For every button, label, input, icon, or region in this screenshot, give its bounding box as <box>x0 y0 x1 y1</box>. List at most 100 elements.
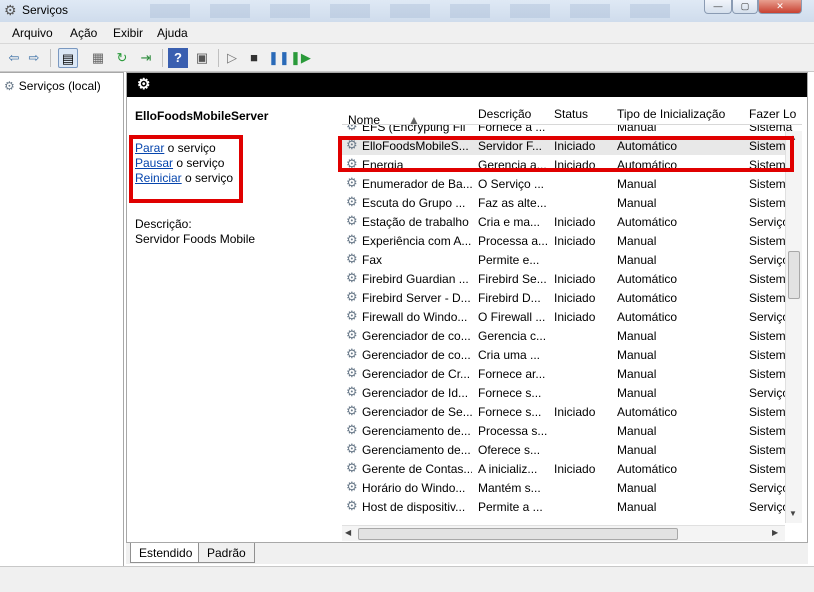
service-description-cell: Firebird Se... <box>478 272 547 286</box>
help-icon[interactable]: ? <box>168 48 188 68</box>
service-description-cell: Faz as alte... <box>478 196 547 210</box>
service-status-cell: Iniciado <box>554 462 596 476</box>
scroll-right-icon[interactable]: ▶ <box>772 528 778 537</box>
status-bar <box>0 566 814 592</box>
close-button[interactable]: ✕ <box>758 0 802 14</box>
service-name-cell: Estação de trabalho <box>362 215 469 229</box>
service-status-cell: Iniciado <box>554 215 596 229</box>
horizontal-scrollbar[interactable]: ◀ ▶ <box>342 525 785 541</box>
table-row[interactable]: ⚙ Gerenciamento de... Oferece s... Manual Si… <box>342 440 802 459</box>
service-name-cell: Firebird Server - D... <box>362 291 471 305</box>
vertical-scrollbar[interactable]: ▲ ▼ <box>785 131 802 523</box>
service-startup-cell: Manual <box>617 424 657 438</box>
table-row[interactable]: ⚙ Fax Permite e... Manual Serviço <box>342 250 802 269</box>
menu-exibir[interactable]: Exibir <box>113 26 143 40</box>
service-status-cell: Iniciado <box>554 310 596 324</box>
gear-icon: ⚙ <box>346 403 358 418</box>
pause-icon[interactable]: ❚❚ <box>268 48 290 68</box>
table-row[interactable]: ⚙ Gerenciador de Id... Fornece s... Manual S… <box>342 383 802 402</box>
scroll-down-icon[interactable]: ▼ <box>789 509 797 518</box>
service-name-cell: Firewall do Windo... <box>362 310 468 324</box>
service-name-cell: Fax <box>362 253 383 267</box>
action-pane-icon[interactable]: ▣ <box>192 48 212 68</box>
gear-icon: ⚙ <box>346 125 358 133</box>
table-row[interactable]: ⚙ Gerenciador de Cr... Fornece ar... Manual… <box>342 364 802 383</box>
service-startup-cell: Manual <box>617 348 657 362</box>
tab-padrao[interactable]: Padrão <box>198 543 255 563</box>
back-arrow-icon[interactable]: ⇦ <box>4 48 24 68</box>
table-row[interactable]: ⚙ Enumerador de Ba... O Serviço ... Manual S… <box>342 174 802 193</box>
table-row[interactable]: ⚙ Host de dispositiv... Permite a ... Manua… <box>342 497 802 515</box>
tree-item-services-local[interactable]: ⚙ Serviços (local) <box>4 79 101 93</box>
table-row[interactable]: ⚙ Estação de trabalho Cria e ma... Iniciado… <box>342 212 802 231</box>
properties-icon[interactable]: ▦ <box>88 48 108 68</box>
service-description-cell: Fornece s... <box>478 405 542 419</box>
menu-acao[interactable]: Ação <box>70 26 97 40</box>
background-ghost <box>150 4 690 18</box>
service-startup-cell: Manual <box>617 386 657 400</box>
header-status[interactable]: Status <box>554 107 588 121</box>
restart-icon[interactable]: ❚▶ <box>290 48 311 68</box>
scroll-thumb[interactable] <box>358 528 678 540</box>
service-startup-cell: Manual <box>617 177 657 191</box>
highlight-box-selected-row <box>338 136 794 172</box>
table-row[interactable]: ⚙ Experiência com A... Processa a... Inicia… <box>342 231 802 250</box>
service-status-cell: Iniciado <box>554 234 596 248</box>
toolbar-separator <box>50 49 51 67</box>
table-row[interactable]: ⚙ Gerenciamento de... Processa s... Manual S… <box>342 421 802 440</box>
header-logon[interactable]: Fazer Lo <box>749 107 796 121</box>
service-startup-cell: Manual <box>617 443 657 457</box>
title-bar: ⚙ Serviços — ▢ ✕ <box>0 0 814 22</box>
header-description[interactable]: Descrição <box>478 107 531 121</box>
play-icon[interactable]: ▷ <box>222 48 242 68</box>
service-name-cell: Enumerador de Ba... <box>362 177 472 191</box>
console-tree-icon[interactable]: ▤ <box>58 48 78 68</box>
service-name-cell: Escuta do Grupo ... <box>362 196 466 210</box>
table-row[interactable]: ⚙ Gerenciador de Se... Fornece s... Iniciad… <box>342 402 802 421</box>
toolbar: ⇦ ⇨ ▤ ▦ ↻ ⇥ ? ▣ ▷ ■ ❚❚ ❚▶ <box>0 44 814 72</box>
gear-icon: ⚙ <box>346 308 358 323</box>
highlight-box-actions <box>129 135 243 203</box>
scroll-left-icon[interactable]: ◀ <box>345 528 351 537</box>
service-startup-cell: Automático <box>617 291 678 305</box>
table-row[interactable]: ⚙ Escuta do Grupo ... Faz as alte... Manual… <box>342 193 802 212</box>
export-icon[interactable]: ⇥ <box>136 48 156 68</box>
service-startup-cell: Automático <box>617 405 678 419</box>
table-row[interactable]: ⚙ EFS (Encrypting Fil Fornece a ... Manual S… <box>342 125 802 136</box>
toolbar-separator <box>218 49 219 67</box>
gear-icon: ⚙ <box>346 232 358 247</box>
minimize-button[interactable]: — <box>704 0 732 14</box>
refresh-icon[interactable]: ↻ <box>112 48 132 68</box>
forward-arrow-icon[interactable]: ⇨ <box>24 48 44 68</box>
service-name-heading: ElloFoodsMobileServer <box>135 109 269 123</box>
table-row[interactable]: ⚙ Gerenciador de co... Cria uma ... Manual S… <box>342 345 802 364</box>
menu-ajuda[interactable]: Ajuda <box>157 26 188 40</box>
service-description-cell: Fornece ar... <box>478 367 546 381</box>
menu-bar: Arquivo Ação Exibir Ajuda <box>0 22 814 44</box>
table-row[interactable]: ⚙ Gerente de Contas... A inicializ... Inici… <box>342 459 802 478</box>
menu-arquivo[interactable]: Arquivo <box>12 26 53 40</box>
table-row[interactable]: ⚙ Firebird Server - D... Firebird D... Inic… <box>342 288 802 307</box>
service-description-cell: Firebird D... <box>478 291 541 305</box>
view-tabs: Estendido Padrão <box>126 542 808 564</box>
service-startup-cell: Manual <box>617 196 657 210</box>
table-row[interactable]: ⚙ Firebird Guardian ... Firebird Se... Inic… <box>342 269 802 288</box>
service-name-cell: Gerente de Contas... <box>362 462 472 476</box>
column-headers: Nome ▲ Descrição Status Tipo de Inicializ… <box>342 101 802 127</box>
service-startup-cell: Manual <box>617 125 657 134</box>
service-name-cell: Horário do Windo... <box>362 481 466 495</box>
service-description-cell: Cria e ma... <box>478 215 541 229</box>
table-row[interactable]: ⚙ Firewall do Windo... O Firewall ... Inici… <box>342 307 802 326</box>
service-description-cell: Fornece a ... <box>478 125 546 134</box>
service-name-cell: Gerenciador de Id... <box>362 386 469 400</box>
table-row[interactable]: ⚙ Gerenciador de co... Gerencia c... Manual… <box>342 326 802 345</box>
stop-icon[interactable]: ■ <box>244 48 264 68</box>
header-startup-type[interactable]: Tipo de Inicialização <box>617 107 725 121</box>
service-description-cell: Oferece s... <box>478 443 541 457</box>
scroll-thumb[interactable] <box>788 251 800 299</box>
service-description-cell: O Firewall ... <box>478 310 546 324</box>
service-startup-cell: Manual <box>617 367 657 381</box>
maximize-button[interactable]: ▢ <box>732 0 758 14</box>
tab-estendido[interactable]: Estendido <box>130 543 202 563</box>
table-row[interactable]: ⚙ Horário do Windo... Mantém s... Manual Ser… <box>342 478 802 497</box>
